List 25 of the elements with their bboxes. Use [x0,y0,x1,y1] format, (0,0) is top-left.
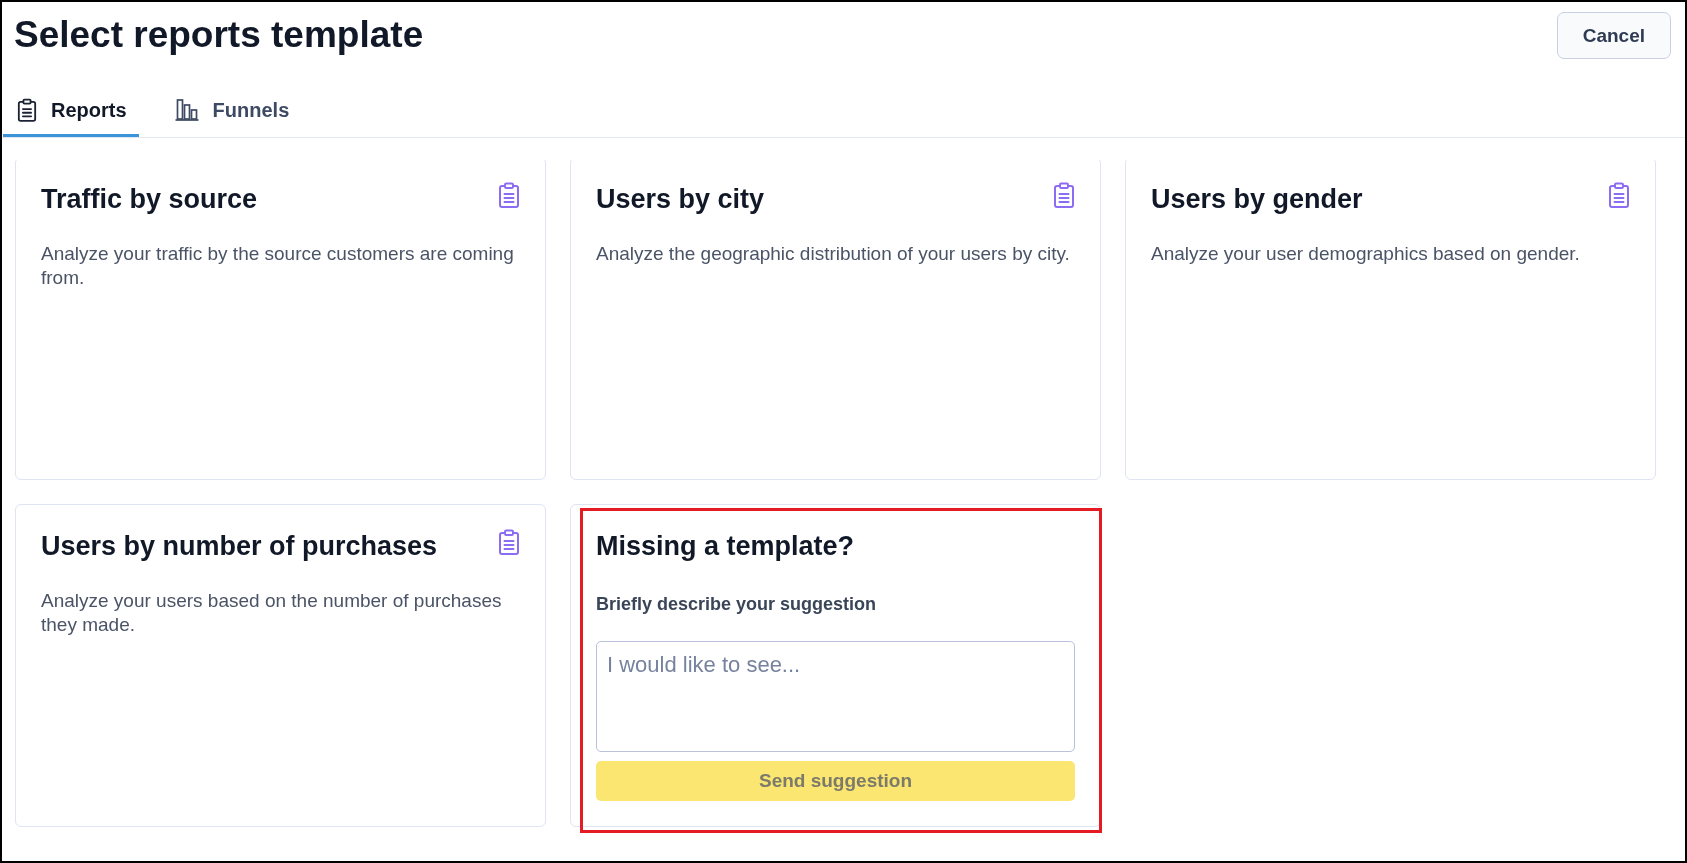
clipboard-icon [1608,182,1630,208]
suggestion-title: Missing a template? [596,530,856,562]
template-card[interactable]: Users by number of purchases Analyze your users based on the number of purchases they made. [15,504,546,827]
card-title: Users by number of purchases [41,530,438,562]
card-description: Analyze the geographic distribution of your users by city. [596,242,1071,266]
clipboard-icon [498,182,520,208]
suggestion-field[interactable]: I would like to see... [596,641,1075,752]
tab[interactable]: Funnels [160,86,302,137]
clipboard-icon [498,529,520,555]
card-title: Users by gender [1151,183,1363,215]
clipboard-icon [1053,182,1075,208]
card-description: Analyze your users based on the number of purchases they made. [41,589,503,637]
card-description: Analyze your user demographics based on gender. [1151,242,1581,266]
card-title: Users by city [596,183,765,215]
bar-chart-icon [174,99,199,121]
clipboard-icon [17,98,37,122]
card-title: Traffic by source [41,183,258,215]
template-card[interactable]: Users by gender Analyze your user demographics based on gender. [1125,160,1656,480]
tab[interactable]: Reports [3,86,139,137]
template-card[interactable]: Users by city Analyze the geographic distribution of your users by city. [570,160,1101,480]
page-title: Select reports template [14,13,424,57]
card-description: Analyze your traffic by the source customers are coming from. [41,242,515,290]
field-label: Briefly describe your suggestion [596,593,878,616]
cancel-button[interactable]: Cancel [1556,12,1671,59]
template-card[interactable]: Traffic by source Analyze your traffic by the source customers are coming from. [15,160,546,480]
